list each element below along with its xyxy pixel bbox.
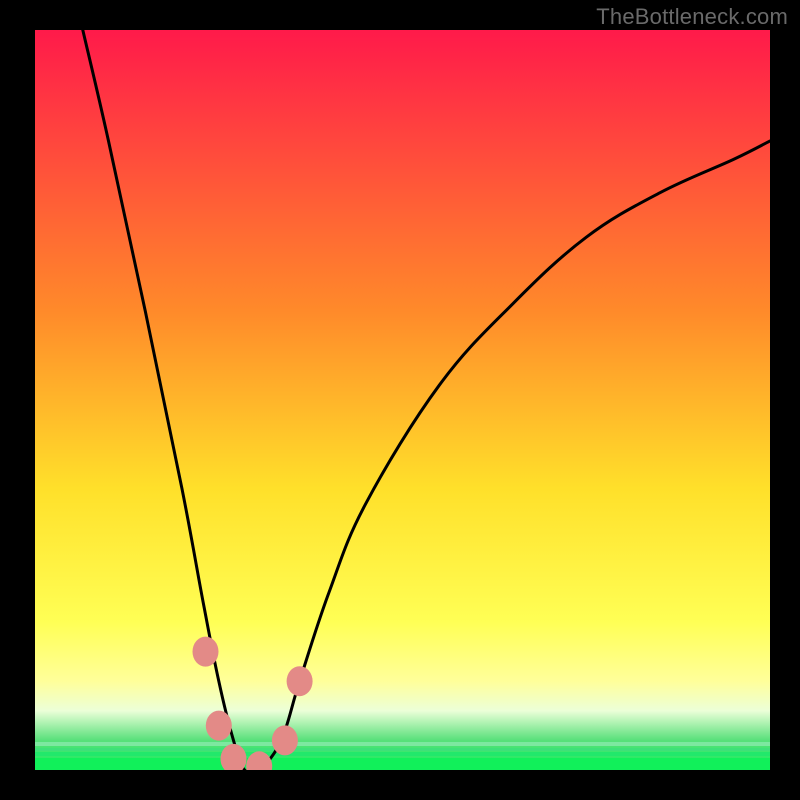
chart-stage: TheBottleneck.com [0,0,800,800]
right-upper-dot [287,666,313,696]
watermark-text: TheBottleneck.com [596,4,788,30]
left-upper-dot [193,637,219,667]
plot-area [35,30,770,770]
chart-svg [0,0,800,800]
right-lower-dot [272,725,298,755]
left-lower-dot [206,711,232,741]
bottom-left-dot [221,744,247,774]
